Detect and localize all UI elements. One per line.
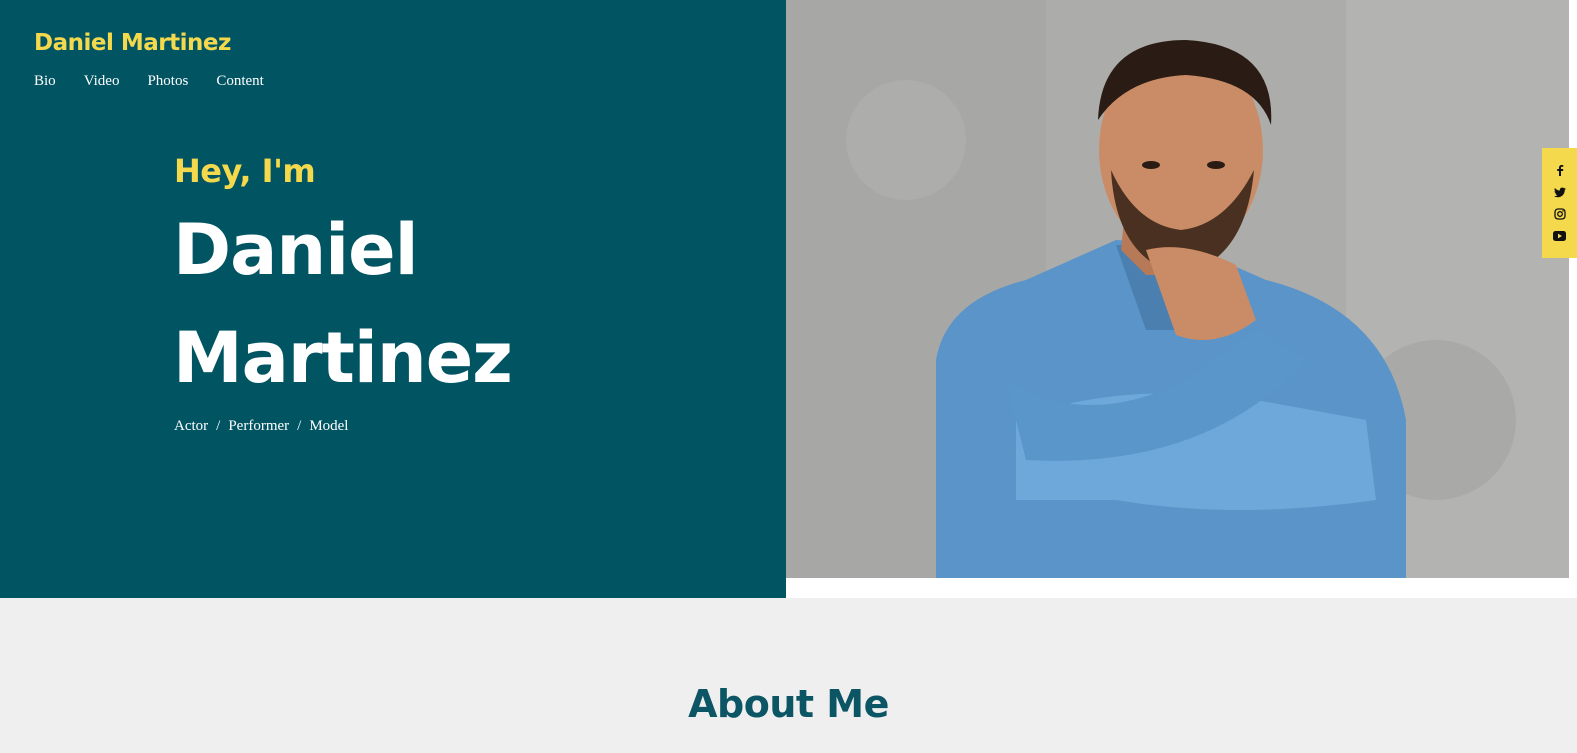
nav-content[interactable]: Content xyxy=(216,73,264,90)
facebook-icon[interactable] xyxy=(1552,162,1568,178)
role-performer: Performer xyxy=(228,418,290,434)
hero-last-name: Martinez xyxy=(173,317,513,399)
about-section-title: About Me xyxy=(688,682,889,726)
hero-name: Daniel Martinez xyxy=(173,196,753,412)
hero-right-edge xyxy=(1569,0,1577,598)
instagram-icon[interactable] xyxy=(1552,206,1568,222)
portrait-illustration xyxy=(786,0,1569,578)
youtube-icon[interactable] xyxy=(1552,228,1568,244)
hero-bottom-strip xyxy=(786,578,1577,598)
hero-first-name: Daniel xyxy=(173,209,419,291)
role-separator: / xyxy=(297,418,302,434)
role-actor: Actor xyxy=(174,418,209,434)
role-model: Model xyxy=(309,418,349,434)
social-sidebar xyxy=(1542,148,1577,258)
hero-portrait-photo xyxy=(786,0,1569,578)
hero-roles: Actor / Performer / Model xyxy=(174,418,348,435)
nav-bio[interactable]: Bio xyxy=(34,73,56,90)
twitter-icon[interactable] xyxy=(1552,184,1568,200)
role-separator: / xyxy=(216,418,221,434)
site-brand[interactable]: Daniel Martinez xyxy=(34,30,231,56)
main-nav: Bio Video Photos Content xyxy=(34,73,292,90)
nav-video[interactable]: Video xyxy=(84,73,120,90)
nav-photos[interactable]: Photos xyxy=(147,73,188,90)
hero-greeting: Hey, I'm xyxy=(174,152,316,190)
hero-left-panel: Daniel Martinez Bio Video Photos Content… xyxy=(0,0,786,598)
